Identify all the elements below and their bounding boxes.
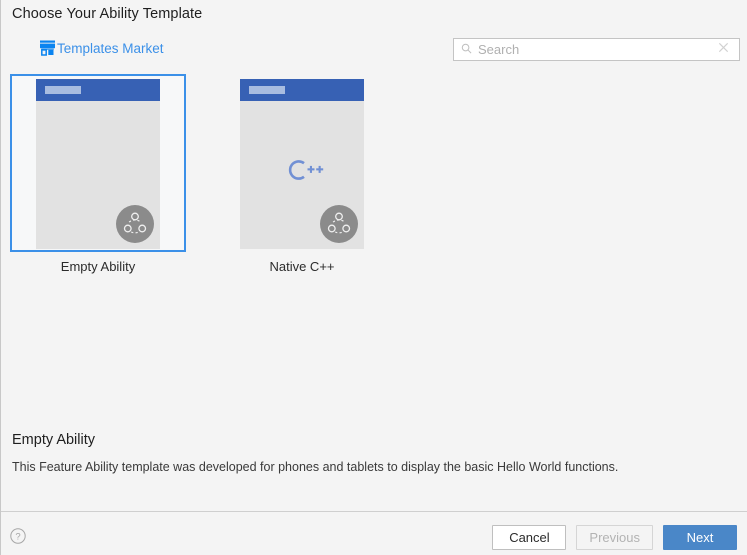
cancel-button[interactable]: Cancel	[492, 525, 567, 550]
template-grid: Empty Ability Native C++	[10, 74, 740, 274]
help-circle-icon[interactable]: ?	[10, 528, 26, 544]
templates-market-link[interactable]: Templates Market	[39, 40, 164, 56]
description-title: Empty Ability	[12, 432, 95, 448]
template-thumbnail	[36, 79, 160, 249]
template-thumbnail	[240, 79, 364, 249]
template-card-empty-ability[interactable]: Empty Ability	[10, 74, 186, 274]
cpp-logo-icon	[240, 157, 364, 188]
close-icon[interactable]	[717, 41, 739, 59]
search-input[interactable]	[472, 39, 717, 60]
template-description: Empty Ability This Feature Ability templ…	[12, 432, 732, 477]
template-card-frame	[10, 74, 186, 252]
template-card-native-cpp[interactable]: Native C++	[214, 74, 390, 274]
shop-icon	[39, 40, 56, 56]
dialog-button-bar: Cancel Previous Next	[492, 525, 737, 550]
templates-market-label: Templates Market	[57, 40, 164, 56]
thumbnail-titlebar	[36, 79, 160, 101]
svg-text:?: ?	[15, 531, 20, 542]
thumbnail-titlebar	[240, 79, 364, 101]
template-chooser-dialog: Choose Your Ability Template Templates M…	[0, 0, 747, 555]
page-title: Choose Your Ability Template	[12, 6, 203, 22]
template-card-label: Native C++	[269, 259, 335, 274]
search-box[interactable]	[453, 38, 740, 61]
template-card-frame	[214, 74, 390, 252]
description-body: This Feature Ability template was develo…	[12, 460, 619, 474]
previous-button: Previous	[576, 525, 653, 550]
template-card-label: Empty Ability	[60, 259, 136, 274]
next-button[interactable]: Next	[663, 525, 737, 550]
footer-divider	[1, 511, 747, 512]
search-icon	[454, 41, 472, 59]
